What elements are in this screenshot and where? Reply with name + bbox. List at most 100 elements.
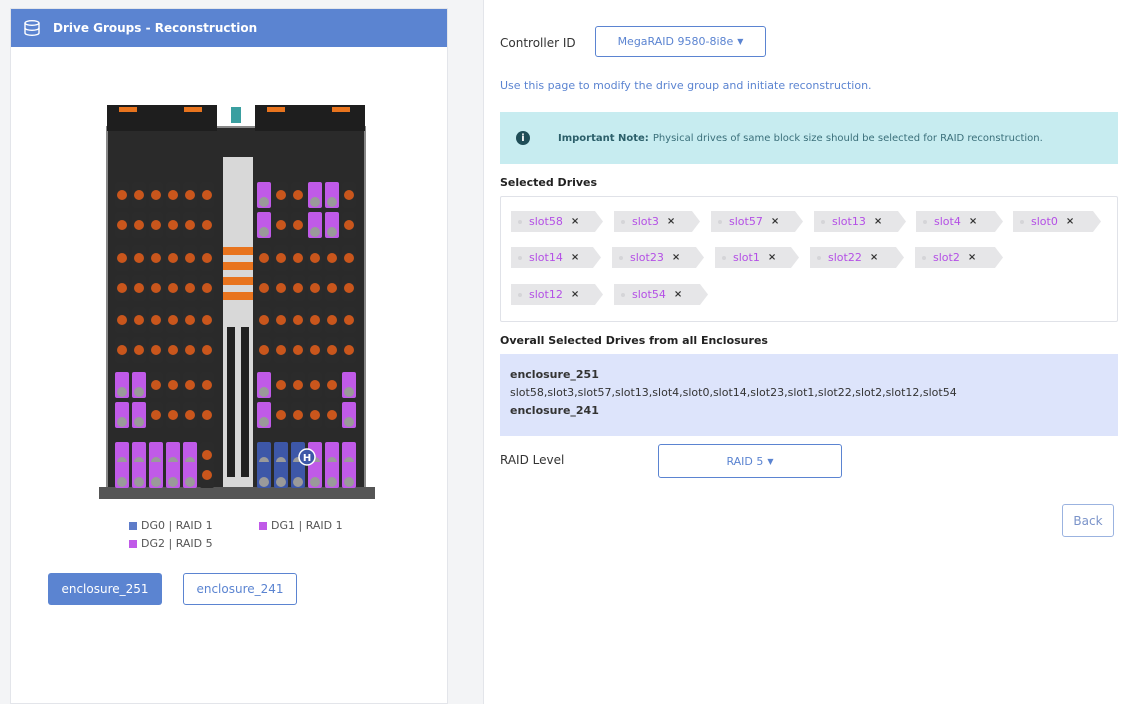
- remove-chip-icon[interactable]: ×: [667, 216, 675, 227]
- drive-led-icon: [276, 283, 286, 293]
- drive-chip: slot0 ×: [1013, 211, 1101, 232]
- drive-led-icon: [344, 315, 354, 325]
- spine-slot: [227, 327, 235, 477]
- remove-chip-icon[interactable]: ×: [968, 252, 976, 263]
- enclosure-251-button[interactable]: enclosure_251: [48, 573, 162, 605]
- drive-led-icon: [293, 220, 303, 230]
- remove-chip-icon[interactable]: ×: [571, 289, 579, 300]
- chip-dot-icon: [821, 220, 825, 224]
- drive-led-icon: [202, 345, 212, 355]
- remove-chip-icon[interactable]: ×: [969, 216, 977, 227]
- chip-label: slot57: [729, 215, 763, 228]
- legend-label: DG2 | RAID 5: [141, 537, 213, 550]
- drive-led-icon: [202, 283, 212, 293]
- info-icon: i: [516, 131, 530, 145]
- drive-led-icon: [185, 283, 195, 293]
- chip-dot-icon: [518, 256, 522, 260]
- selected-drives-title: Selected Drives: [500, 176, 598, 189]
- legend-item-dg0: DG0 | RAID 1: [129, 519, 213, 532]
- overall-drives-box: enclosure_251 slot58,slot3,slot57,slot13…: [500, 354, 1118, 436]
- legend-item-dg1: DG1 | RAID 1: [259, 519, 343, 532]
- chip-label: slot54: [632, 288, 666, 301]
- remove-chip-icon[interactable]: ×: [1066, 216, 1074, 227]
- drive-led-icon: [259, 345, 269, 355]
- controller-id-dropdown[interactable]: MegaRAID 9580-8i8e ▼: [595, 26, 766, 57]
- drive-groups-panel: Drive Groups - Reconstruction H DG0 | RA…: [10, 8, 448, 704]
- drive-led-icon: [344, 345, 354, 355]
- drive-info-icon: [259, 477, 269, 487]
- drive-chip: slot58 ×: [511, 211, 603, 232]
- drive-info-icon: [134, 417, 144, 427]
- drive-led-icon: [168, 190, 178, 200]
- raid-level-dropdown[interactable]: RAID 5 ▼: [658, 444, 842, 478]
- drive-led-icon: [168, 380, 178, 390]
- remove-chip-icon[interactable]: ×: [768, 252, 776, 263]
- chip-dot-icon: [518, 220, 522, 224]
- drive-led-icon: [151, 190, 161, 200]
- chip-dot-icon: [1020, 220, 1024, 224]
- remove-chip-icon[interactable]: ×: [672, 252, 680, 263]
- drive-led-icon: [293, 380, 303, 390]
- drive-info-icon: [327, 197, 337, 207]
- remove-chip-icon[interactable]: ×: [771, 216, 779, 227]
- drive-info-icon: [327, 227, 337, 237]
- drive-chip: slot14 ×: [511, 247, 601, 268]
- drive-chip: slot22 ×: [810, 247, 904, 268]
- drive-info-icon: [117, 387, 127, 397]
- remove-chip-icon[interactable]: ×: [674, 289, 682, 300]
- drive-led-icon: [293, 410, 303, 420]
- enclosure-name: enclosure_251: [510, 368, 599, 381]
- top-latch-icon: [184, 107, 202, 112]
- drive-led-icon: [151, 345, 161, 355]
- drive-info-icon: [344, 477, 354, 487]
- drive-led-icon: [202, 315, 212, 325]
- drive-led-icon: [202, 220, 212, 230]
- drive-info-icon: [276, 477, 286, 487]
- remove-chip-icon[interactable]: ×: [571, 252, 579, 263]
- drive-led-icon: [293, 345, 303, 355]
- drive-led-icon: [117, 345, 127, 355]
- drive-led-icon: [168, 345, 178, 355]
- back-button[interactable]: Back: [1062, 504, 1114, 537]
- top-latch-icon: [119, 107, 137, 112]
- drive-led-icon: [151, 380, 161, 390]
- drive-info-icon: [327, 477, 337, 487]
- drive-info-icon: [259, 417, 269, 427]
- selected-drives-box: slot58 × slot3 × slot57 × slot13 × slot4 × sl…: [500, 196, 1118, 322]
- drive-led-icon: [327, 345, 337, 355]
- drive-led-icon: [185, 345, 195, 355]
- drive-info-icon: [293, 477, 303, 487]
- intro-text: Use this page to modify the drive group …: [500, 79, 872, 92]
- top-latch-icon: [267, 107, 285, 112]
- drive-led-icon: [276, 410, 286, 420]
- chip-dot-icon: [922, 256, 926, 260]
- drive-led-icon: [293, 283, 303, 293]
- important-note: i Important Note: Physical drives of sam…: [500, 112, 1118, 164]
- drive-led-icon: [344, 190, 354, 200]
- drive-info-icon: [259, 197, 269, 207]
- enclosure-241-button[interactable]: enclosure_241: [183, 573, 297, 605]
- chip-dot-icon: [923, 220, 927, 224]
- remove-chip-icon[interactable]: ×: [571, 216, 579, 227]
- chip-label: slot0: [1031, 215, 1058, 228]
- chip-label: slot12: [529, 288, 563, 301]
- drive-led-icon: [202, 450, 212, 460]
- chip-label: slot13: [832, 215, 866, 228]
- drive-chip: slot4 ×: [916, 211, 1003, 232]
- remove-chip-icon[interactable]: ×: [874, 216, 882, 227]
- drive-led-icon: [134, 253, 144, 263]
- remove-chip-icon[interactable]: ×: [870, 252, 878, 263]
- drive-led-icon: [117, 315, 127, 325]
- drive-chip: slot57 ×: [711, 211, 803, 232]
- drive-led-icon: [344, 283, 354, 293]
- spine-orange-band: [223, 262, 253, 270]
- enclosure-slots: slot58,slot3,slot57,slot13,slot4,slot0,s…: [510, 386, 957, 399]
- note-bold: Important Note:: [558, 132, 649, 144]
- drive-led-icon: [344, 253, 354, 263]
- raid-level-label: RAID Level: [500, 453, 565, 467]
- drive-info-icon: [259, 227, 269, 237]
- note-text: Physical drives of same block size shoul…: [652, 132, 1043, 144]
- drive-led-icon: [327, 410, 337, 420]
- drive-info-icon: [168, 477, 178, 487]
- drive-led-icon: [117, 253, 127, 263]
